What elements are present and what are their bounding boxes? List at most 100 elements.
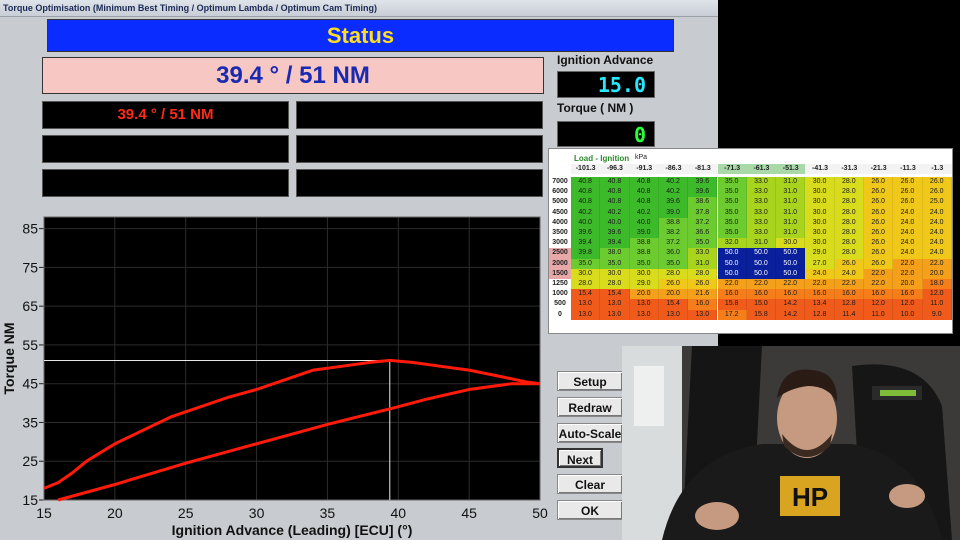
table-cell[interactable]: 40.8 — [571, 187, 601, 198]
table-cell[interactable]: 26.0 — [922, 187, 952, 198]
table-cell[interactable]: 39.0 — [658, 207, 689, 218]
table-cell[interactable]: 15.8 — [746, 309, 777, 320]
table-cell[interactable]: 40.2 — [629, 207, 659, 218]
table-cell[interactable]: 28.0 — [834, 228, 864, 239]
table-cell[interactable]: 26.0 — [893, 187, 923, 198]
table-cell[interactable]: 33.0 — [746, 228, 777, 239]
setup-button[interactable]: Setup — [557, 371, 623, 391]
table-cell[interactable]: 50.0 — [776, 258, 806, 269]
table-cell[interactable]: 12.0 — [893, 299, 923, 310]
table-cell[interactable]: 33.0 — [688, 248, 718, 259]
table-cell[interactable]: 31.0 — [776, 187, 806, 198]
table-cell[interactable]: 28.0 — [834, 207, 864, 218]
table-cell[interactable]: 39.4 — [600, 238, 630, 249]
table-cell[interactable]: 36.0 — [658, 248, 689, 259]
table-cell[interactable]: 24.0 — [893, 217, 923, 228]
table-cell[interactable]: 26.0 — [893, 197, 923, 208]
table-cell[interactable]: 30.0 — [805, 197, 835, 208]
table-cell[interactable]: 50.0 — [746, 248, 777, 259]
table-cell[interactable]: 11.0 — [864, 309, 894, 320]
table-cell[interactable]: 20.0 — [893, 279, 923, 290]
table-cell[interactable]: 40.8 — [571, 177, 601, 188]
table-cell[interactable]: 22.0 — [864, 268, 894, 279]
table-cell[interactable]: 16.0 — [688, 299, 718, 310]
table-cell[interactable]: 24.0 — [893, 228, 923, 239]
table-cell[interactable]: 40.8 — [629, 187, 659, 198]
table-cell[interactable]: 10.0 — [893, 309, 923, 320]
table-cell[interactable]: 22.0 — [805, 279, 835, 290]
table-cell[interactable]: 15.0 — [746, 299, 777, 310]
table-cell[interactable]: 50.0 — [776, 268, 806, 279]
table-cell[interactable]: 35.0 — [717, 228, 747, 239]
table-cell[interactable]: 13.0 — [571, 299, 601, 310]
table-cell[interactable]: 26.0 — [658, 279, 689, 290]
table-cell[interactable]: 12.0 — [922, 289, 952, 300]
table-cell[interactable]: 35.0 — [717, 217, 747, 228]
table-cell[interactable]: 21.6 — [688, 289, 718, 300]
table-cell[interactable]: 15.4 — [600, 289, 630, 300]
table-cell[interactable]: 15.4 — [571, 289, 601, 300]
table-cell[interactable]: 35.0 — [658, 258, 689, 269]
table-cell[interactable]: 28.0 — [834, 238, 864, 249]
table-cell[interactable]: 12.0 — [864, 299, 894, 310]
table-cell[interactable]: 50.0 — [746, 268, 777, 279]
table-cell[interactable]: 38.8 — [658, 217, 689, 228]
table-cell[interactable]: 40.2 — [571, 207, 601, 218]
table-cell[interactable]: 26.0 — [864, 228, 894, 239]
table-cell[interactable]: 33.0 — [746, 187, 777, 198]
table-cell[interactable]: 17.2 — [717, 309, 747, 320]
table-cell[interactable]: 39.6 — [571, 228, 601, 239]
table-cell[interactable]: 40.8 — [600, 177, 630, 188]
table-cell[interactable]: 40.2 — [658, 187, 689, 198]
redraw-button[interactable]: Redraw — [557, 397, 623, 417]
table-cell[interactable]: 22.0 — [717, 279, 747, 290]
table-cell[interactable]: 14.2 — [776, 299, 806, 310]
table-cell[interactable]: 13.0 — [688, 309, 718, 320]
table-cell[interactable]: 14.2 — [776, 309, 806, 320]
table-cell[interactable]: 31.0 — [776, 217, 806, 228]
table-cell[interactable]: 39.6 — [688, 187, 718, 198]
table-cell[interactable]: 26.0 — [864, 187, 894, 198]
table-cell[interactable]: 35.0 — [629, 258, 659, 269]
table-cell[interactable]: 35.0 — [688, 238, 718, 249]
table-cell[interactable]: 37.2 — [658, 238, 689, 249]
table-cell[interactable]: 38.6 — [688, 197, 718, 208]
table-cell[interactable]: 50.0 — [717, 258, 747, 269]
table-cell[interactable]: 50.0 — [776, 248, 806, 259]
table-cell[interactable]: 40.8 — [629, 177, 659, 188]
table-cell[interactable]: 22.0 — [893, 258, 923, 269]
table-cell[interactable]: 30.0 — [805, 217, 835, 228]
table-cell[interactable]: 31.0 — [746, 238, 777, 249]
table-cell[interactable]: 30.0 — [571, 268, 601, 279]
table-cell[interactable]: 30.0 — [805, 238, 835, 249]
table-cell[interactable]: 26.0 — [864, 177, 894, 188]
table-cell[interactable]: 22.0 — [893, 268, 923, 279]
table-cell[interactable]: 26.0 — [864, 238, 894, 249]
table-cell[interactable]: 37.8 — [688, 207, 718, 218]
table-cell[interactable]: 33.0 — [746, 177, 777, 188]
table-cell[interactable]: 40.2 — [658, 177, 689, 188]
table-cell[interactable]: 18.0 — [922, 279, 952, 290]
table-cell[interactable]: 28.0 — [658, 268, 689, 279]
table-cell[interactable]: 26.0 — [864, 258, 894, 269]
table-cell[interactable]: 24.0 — [922, 217, 952, 228]
table-cell[interactable]: 39.6 — [658, 197, 689, 208]
table-cell[interactable]: 26.0 — [864, 248, 894, 259]
table-cell[interactable]: 29.0 — [629, 279, 659, 290]
table-cell[interactable]: 50.0 — [746, 258, 777, 269]
table-cell[interactable]: 40.8 — [600, 187, 630, 198]
table-cell[interactable]: 13.0 — [629, 309, 659, 320]
table-cell[interactable]: 24.0 — [893, 248, 923, 259]
table-cell[interactable]: 24.0 — [922, 207, 952, 218]
table-cell[interactable]: 40.0 — [600, 217, 630, 228]
table-cell[interactable]: 31.0 — [776, 197, 806, 208]
table-cell[interactable]: 16.0 — [805, 289, 835, 300]
table-cell[interactable]: 26.0 — [893, 177, 923, 188]
table-cell[interactable]: 30.0 — [600, 268, 630, 279]
table-cell[interactable]: 50.0 — [717, 268, 747, 279]
table-cell[interactable]: 24.0 — [834, 268, 864, 279]
table-cell[interactable]: 39.0 — [629, 228, 659, 239]
table-cell[interactable]: 16.0 — [834, 289, 864, 300]
table-cell[interactable]: 39.4 — [571, 238, 601, 249]
table-cell[interactable]: 24.0 — [922, 248, 952, 259]
